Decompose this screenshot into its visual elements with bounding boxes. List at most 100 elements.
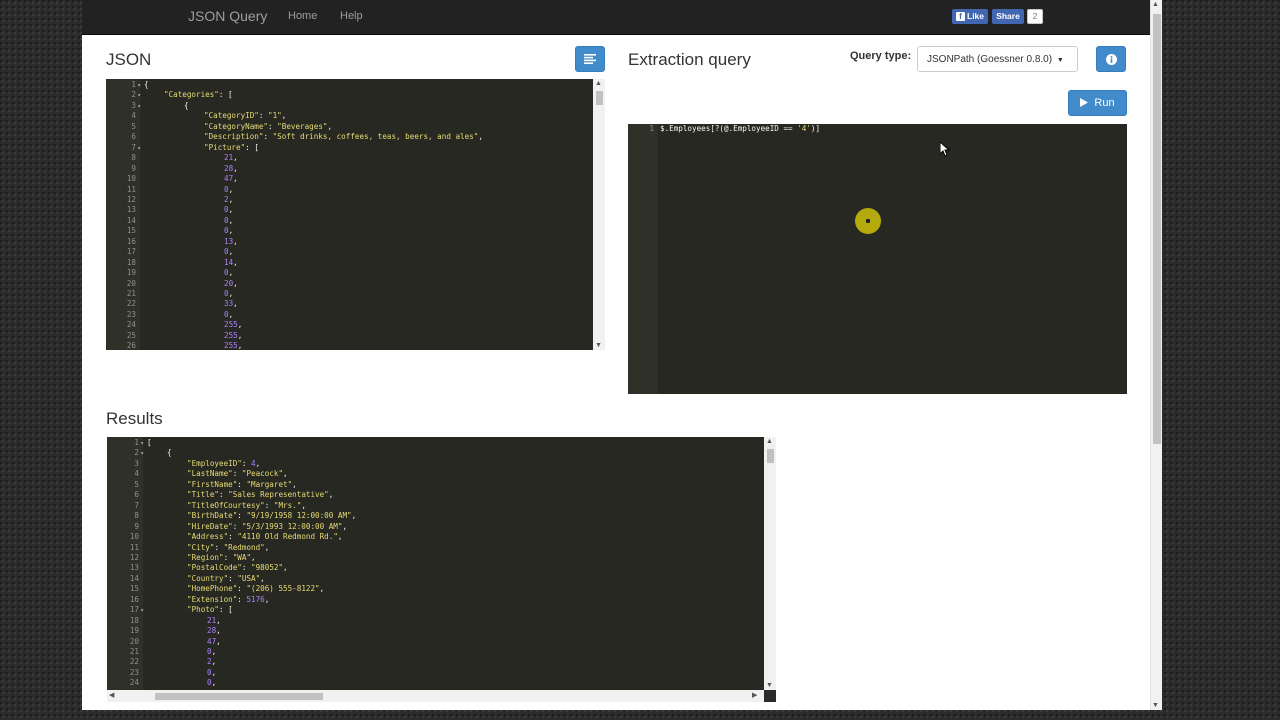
json-editor[interactable]: 1 ▾ 2 ▾ 3 ▾ 4 5 6 7 ▾ 8 9 10 11 12 13 14 15 16 17 18 19 20 21 22 2…: [106, 79, 593, 350]
punctuation-token: ,: [233, 278, 238, 288]
line-number: 21: [129, 647, 139, 656]
number-token: 255: [224, 330, 238, 340]
line-number: 14: [129, 573, 139, 583]
line-number: 26: [126, 341, 136, 350]
json-editor-scroll-thumb[interactable]: [596, 91, 603, 105]
info-button[interactable]: [1096, 46, 1126, 72]
string-token: "Mrs.": [273, 500, 302, 510]
punctuation-token: ,: [228, 184, 234, 194]
line-number: 23: [129, 667, 139, 677]
code-line: 47,: [207, 637, 221, 647]
punctuation-token: : [: [219, 605, 233, 615]
line-number: 1: [131, 80, 136, 89]
query-panel-title: Extraction query: [628, 50, 751, 69]
number-token: 5176: [246, 594, 265, 604]
results-editor-scroll-thumb[interactable]: [767, 449, 774, 463]
line-number: 10: [129, 532, 139, 542]
scroll-right-icon[interactable]: ▶: [752, 691, 757, 699]
code-line: "CategoryID": "1",: [204, 111, 286, 121]
string-token: "Margaret": [246, 479, 293, 489]
string-token: "WA": [232, 552, 252, 562]
string-token: "Photo": [187, 605, 220, 615]
results-editor-h-scrollbar[interactable]: ◀ ▶: [107, 690, 764, 702]
line-number: 20: [126, 278, 136, 288]
align-left-icon: [584, 54, 596, 64]
line-number: 7: [134, 500, 139, 510]
page-scrollbar[interactable]: ▲ ▼: [1150, 0, 1162, 710]
code-line: "FirstName": "Margaret",: [187, 480, 297, 490]
line-number: 14: [126, 215, 136, 225]
code-line: {: [184, 101, 189, 111]
run-button[interactable]: Run: [1068, 90, 1127, 116]
scrollbar-corner: [764, 690, 776, 702]
code-line: 21,: [207, 616, 221, 626]
punctuation-token: ,: [327, 121, 333, 131]
line-number: 10: [126, 174, 136, 184]
fold-toggle-icon[interactable]: ▾: [140, 607, 144, 614]
string-token: "HomePhone": [187, 584, 238, 594]
code-line: 28,: [224, 164, 238, 174]
punctuation-token: :: [258, 111, 269, 121]
punctuation-token: ,: [337, 532, 343, 542]
code-line: 2,: [224, 195, 233, 205]
scroll-down-icon[interactable]: ▼: [766, 682, 773, 689]
number-token: 47: [207, 636, 217, 646]
punctuation-token: ,: [260, 573, 265, 583]
format-json-button[interactable]: [575, 46, 605, 72]
line-number: 19: [129, 626, 139, 636]
results-editor-h-scroll-thumb[interactable]: [155, 693, 323, 700]
punctuation-token: ,: [237, 320, 243, 330]
string-token: "4110 Old Redmond Rd.": [237, 532, 338, 542]
facebook-like-button[interactable]: f Like: [952, 9, 988, 24]
query-type-select[interactable]: JSONPath (Goessner 0.8.0) ▼: [917, 46, 1078, 72]
punctuation-token: ,: [216, 626, 221, 636]
line-number: 4: [134, 469, 139, 479]
fold-toggle-icon[interactable]: ▾: [137, 103, 141, 110]
code-line: "LastName": "Peacock",: [187, 469, 288, 479]
facebook-icon: f: [956, 12, 965, 21]
query-editor[interactable]: 1 $.Employees[?(@.EmployeeID == '4')]: [628, 124, 1127, 394]
brand-link[interactable]: JSON Query: [188, 8, 267, 24]
results-editor[interactable]: 1 ▾ 2 ▾ 3 4 5 6 7 8 9 10 11 12 13 14 15 16 17 ▾ 18 19 20 21 22 23…: [107, 437, 764, 690]
navbar: JSON Query Home Help f Like Share 2: [82, 0, 1150, 35]
fold-toggle-icon[interactable]: ▾: [137, 145, 141, 152]
nav-help-link[interactable]: Help: [340, 10, 363, 22]
scroll-down-icon[interactable]: ▼: [595, 342, 602, 349]
line-number: 4: [131, 111, 136, 121]
punctuation-token: ,: [211, 678, 217, 688]
line-number: 21: [126, 289, 136, 298]
scroll-up-icon[interactable]: ▲: [595, 80, 602, 87]
punctuation-token: ,: [228, 194, 234, 204]
punctuation-token: ,: [301, 500, 306, 510]
query-type-label: Query type:: [850, 50, 912, 62]
scroll-up-icon[interactable]: ▲: [766, 438, 773, 445]
facebook-share-button[interactable]: Share: [992, 9, 1024, 24]
code-line: 0,: [207, 647, 216, 657]
line-number: 24: [126, 320, 136, 330]
code-line: 255,: [224, 341, 242, 350]
mouse-cursor-icon: [940, 142, 950, 157]
scroll-up-icon[interactable]: ▲: [1152, 1, 1159, 8]
fold-toggle-icon[interactable]: ▾: [140, 440, 144, 447]
query-editor-gutter: 1: [628, 124, 658, 394]
scroll-left-icon[interactable]: ◀: [109, 691, 114, 699]
fold-toggle-icon[interactable]: ▾: [140, 450, 144, 457]
line-number: 17: [126, 247, 136, 257]
code-line: 0,: [207, 678, 216, 688]
nav-home-link[interactable]: Home: [288, 10, 317, 22]
code-line: 255,: [224, 320, 242, 330]
results-editor-scrollbar[interactable]: ▲ ▼: [764, 437, 776, 690]
page-scroll-thumb[interactable]: [1153, 14, 1161, 444]
code-line: 0,: [224, 216, 233, 226]
punctuation-token: :: [241, 458, 252, 468]
punctuation-token: ,: [233, 174, 238, 184]
scroll-down-icon[interactable]: ▼: [1152, 702, 1159, 709]
fold-toggle-icon[interactable]: ▾: [137, 82, 141, 89]
line-number: 12: [126, 194, 136, 204]
json-editor-scrollbar[interactable]: ▲ ▼: [593, 79, 605, 350]
punctuation-token: {: [144, 80, 149, 89]
code-line: 0,: [224, 310, 233, 320]
punctuation-token: :: [241, 563, 252, 573]
fold-toggle-icon[interactable]: ▾: [137, 92, 141, 99]
string-token: "Extension": [187, 594, 238, 604]
